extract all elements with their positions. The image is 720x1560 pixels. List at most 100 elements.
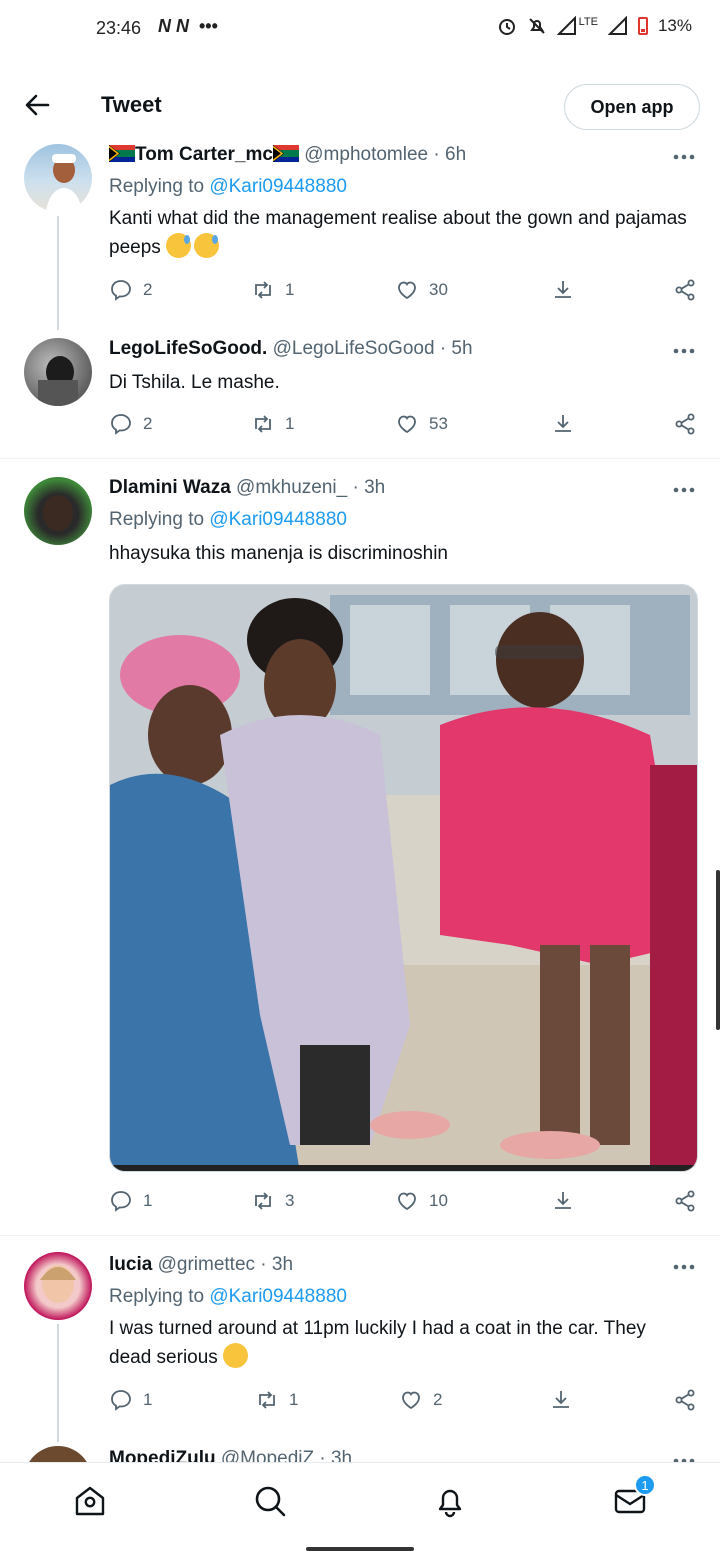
tweet-photo[interactable] [109, 584, 698, 1172]
tweet-header: lucia @grimettec · 3h [109, 1254, 293, 1276]
tweet-item[interactable]: Tom Carter_mc @mphotomlee · 6h Replying … [0, 142, 720, 330]
author-name[interactable]: LegoLifeSoGood. [109, 338, 267, 359]
retweet-icon [255, 1192, 271, 1210]
signal-icon-2 [607, 16, 627, 35]
tweet-actions: 1 3 10 [109, 1189, 699, 1219]
mention-link[interactable]: @Kari09448880 [209, 176, 347, 197]
author-name[interactable]: lucia [109, 1254, 152, 1275]
avatar[interactable] [24, 1446, 92, 1462]
reply-button[interactable]: 1 [109, 1388, 152, 1412]
tweet-item[interactable]: lucia @grimettec · 3h Replying to @Kari0… [0, 1252, 720, 1442]
mention-link[interactable]: @Kari09448880 [209, 509, 347, 530]
reply-icon [111, 280, 131, 301]
avatar-image [46, 154, 82, 212]
flag-icon [272, 145, 299, 162]
author-handle[interactable]: @mkhuzeni_ [236, 477, 347, 498]
bookmark-download-button[interactable] [551, 1189, 575, 1213]
like-button[interactable]: 10 [395, 1189, 448, 1213]
reply-count: 2 [143, 280, 153, 299]
bookmark-download-button[interactable] [549, 1388, 573, 1412]
divider [0, 458, 720, 459]
status-right-icons: LTE 13% [497, 16, 692, 36]
more-options-icon[interactable] [672, 1262, 696, 1272]
tweet-item[interactable]: LegoLifeSoGood. @LegoLifeSoGood · 5h Di … [0, 336, 720, 458]
replying-to-prefix: Replying to [109, 176, 210, 197]
share-button[interactable] [673, 278, 697, 302]
flag-icon [108, 145, 135, 162]
tweet-time: · 3h [319, 1448, 353, 1462]
tweet-actions: 2 1 53 [109, 412, 699, 442]
tweet-item[interactable]: MopediZulu @MopediZ · 3h [0, 1446, 720, 1462]
like-button[interactable]: 2 [399, 1388, 442, 1412]
download-icon [555, 1192, 571, 1209]
reply-button[interactable]: 2 [109, 412, 152, 436]
like-button[interactable]: 30 [395, 278, 448, 302]
tweet-text: Di Tshila. Le mashe. [109, 372, 280, 393]
tweet-text: Kanti what did the management realise ab… [109, 204, 689, 262]
author-handle[interactable]: @MopediZ [221, 1448, 314, 1462]
author-handle[interactable]: @LegoLifeSoGood [273, 338, 435, 359]
retweet-button[interactable]: 1 [251, 278, 294, 302]
reply-count: 2 [143, 414, 153, 433]
share-button[interactable] [673, 1388, 697, 1412]
share-button[interactable] [673, 412, 697, 436]
retweet-count: 1 [285, 414, 295, 433]
heart-icon [398, 281, 416, 300]
sweat-smile-emoji [194, 233, 220, 258]
author-name[interactable]: MopediZulu [109, 1448, 216, 1462]
status-bar: 23:46 N N ••• LTE 13% [0, 0, 720, 60]
tweet-time: · 6h [433, 144, 467, 165]
like-button[interactable]: 53 [395, 412, 448, 436]
battery-percent: 13% [657, 16, 692, 35]
reply-button[interactable]: 1 [109, 1189, 152, 1213]
more-options-icon[interactable] [672, 485, 696, 495]
download-icon [553, 1391, 569, 1408]
tweet-actions: 2 1 30 [109, 278, 699, 308]
retweet-button[interactable]: 1 [255, 1388, 298, 1412]
tweet-time: · 5h [439, 338, 473, 359]
retweet-icon [255, 415, 271, 433]
home-indicator[interactable] [306, 1547, 414, 1551]
reply-button[interactable]: 2 [109, 278, 152, 302]
retweet-button[interactable]: 1 [251, 412, 294, 436]
share-icon [675, 279, 695, 301]
bookmark-download-button[interactable] [551, 278, 575, 302]
more-options-icon[interactable] [672, 152, 696, 162]
avatar[interactable] [24, 1252, 92, 1320]
open-app-button[interactable]: Open app [564, 84, 700, 130]
share-icon [675, 413, 695, 435]
messages-badge: 1 [634, 1474, 656, 1496]
tweet-actions: 1 1 2 [109, 1388, 699, 1418]
author-handle[interactable]: @mphotomlee [304, 144, 428, 165]
home-icon[interactable] [72, 1483, 108, 1519]
thread-line [57, 1324, 59, 1442]
avatar[interactable] [24, 477, 92, 545]
avatar[interactable] [24, 338, 92, 406]
back-arrow-icon[interactable] [22, 90, 52, 120]
unamused-emoji [223, 1343, 249, 1368]
avatar[interactable] [24, 144, 92, 212]
share-button[interactable] [673, 1189, 697, 1213]
top-bar: Tweet Open app [0, 70, 720, 142]
tweet-time: · 3h [260, 1254, 294, 1275]
avatar-image [38, 356, 78, 406]
notifications-bell-icon[interactable] [432, 1483, 468, 1519]
author-handle[interactable]: @grimettec [158, 1254, 255, 1275]
reply-icon [111, 1191, 131, 1212]
heart-icon [398, 1192, 416, 1211]
bookmark-download-button[interactable] [551, 412, 575, 436]
notification-icons: N N ••• [158, 16, 218, 37]
scrollbar-thumb[interactable] [716, 870, 720, 1030]
tweet-header: LegoLifeSoGood. @LegoLifeSoGood · 5h [109, 338, 473, 360]
search-icon[interactable] [252, 1483, 288, 1519]
tweet-text: hhaysuka this manenja is discriminoshin [109, 543, 448, 564]
avatar-image [40, 1265, 76, 1303]
battery-icon [637, 17, 648, 35]
reply-count: 1 [143, 1191, 153, 1210]
mention-link[interactable]: @Kari09448880 [209, 1286, 347, 1307]
author-name[interactable]: Tom Carter_mc [135, 144, 273, 165]
retweet-button[interactable]: 3 [251, 1189, 294, 1213]
author-name[interactable]: Dlamini Waza [109, 477, 231, 498]
replying-to: Replying to @Kari09448880 [109, 509, 347, 531]
more-options-icon[interactable] [672, 346, 696, 356]
